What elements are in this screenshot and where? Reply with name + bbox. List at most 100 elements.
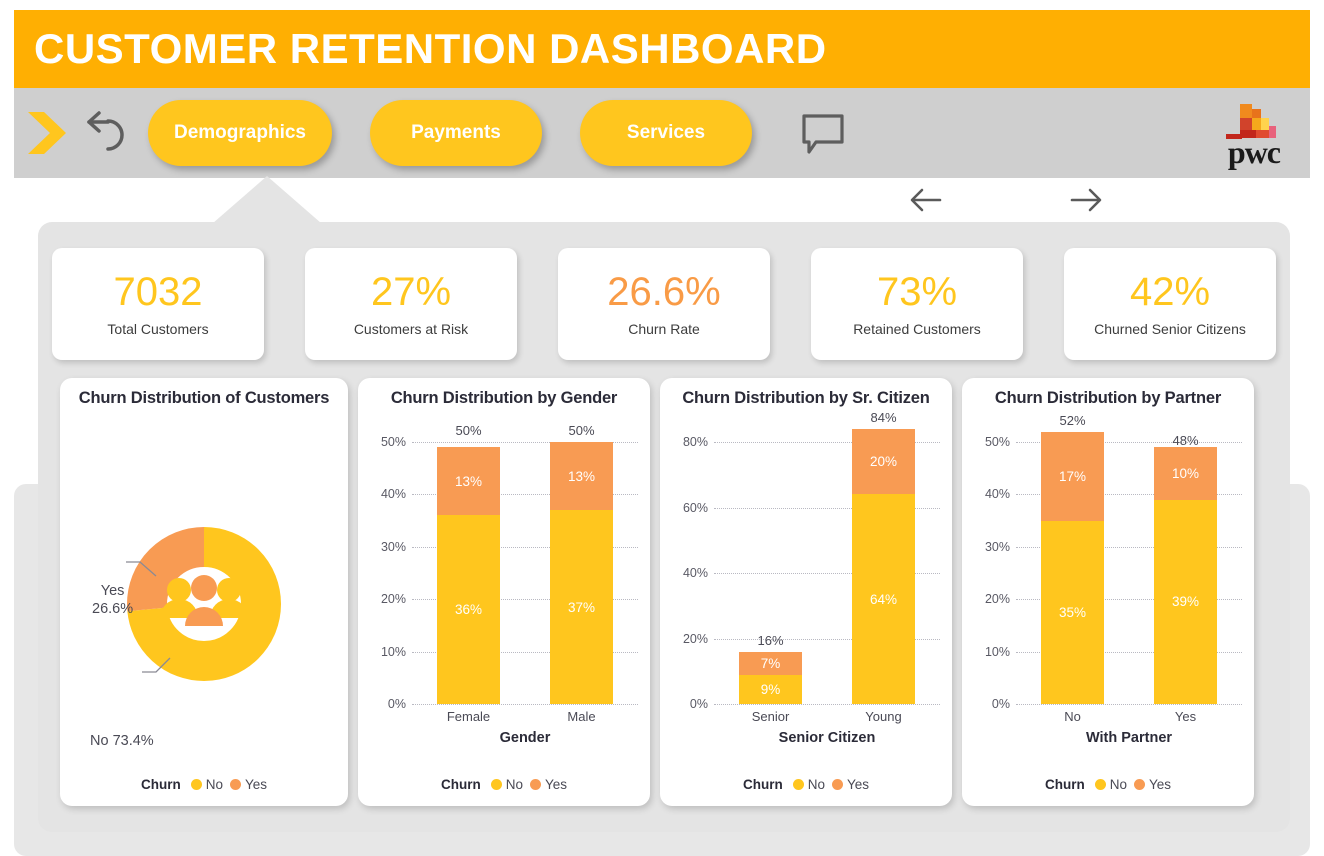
tab-group: Demographics Payments Services: [148, 100, 752, 166]
x-axis-category-label: Male: [567, 709, 596, 724]
kpi-label: Customers at Risk: [353, 321, 469, 338]
stacked-bar[interactable]: 20% 64%: [852, 428, 915, 704]
x-axis-category-label: Female: [446, 709, 491, 724]
bar-segment-yes[interactable]: 10%: [1154, 447, 1217, 500]
pwc-logo-text: pwc: [1227, 134, 1281, 170]
bar-segment-yes[interactable]: 13%: [550, 442, 613, 511]
chart-card-churn-by-partner[interactable]: Churn Distribution by Partner 0% 10% 20% 30…: [962, 378, 1254, 806]
y-axis-tick-label: 50%: [984, 435, 1010, 449]
kpi-card-retained-customers[interactable]: 73% Retained Customers: [811, 248, 1023, 360]
bar-total-label: 84%: [870, 409, 897, 425]
tab-payments[interactable]: Payments: [369, 100, 542, 166]
chart-legend: Churn No Yes: [660, 777, 952, 792]
legend-title: Churn: [440, 777, 481, 792]
bar-segment-yes[interactable]: 13%: [437, 447, 500, 516]
arrow-left-icon[interactable]: [906, 182, 946, 218]
page-title: CUSTOMER RETENTION DASHBOARD: [34, 25, 827, 72]
undo-arrow-icon[interactable]: [78, 109, 124, 157]
y-axis-tick-label: 20%: [682, 631, 708, 646]
legend-item-yes[interactable]: Yes: [831, 777, 870, 792]
chart-card-churn-by-gender[interactable]: Churn Distribution by Gender 0% 10% 20% 30%…: [358, 378, 650, 806]
bar-segment-no[interactable]: 36%: [437, 515, 500, 704]
chevron-right-icon[interactable]: [22, 108, 68, 158]
bar-plot: 0% 10% 20% 30% 40% 50% 13% 36% 50% Female 13% 37% 50…: [358, 423, 650, 756]
bar-segment-no[interactable]: 9%: [739, 674, 802, 704]
x-axis-category-label: Young: [865, 709, 902, 724]
legend-item-no[interactable]: No: [190, 777, 223, 792]
bar-segment-no[interactable]: 64%: [852, 494, 915, 704]
legend-dot-yes: [1133, 779, 1145, 790]
stacked-bar[interactable]: 17% 35%: [1041, 431, 1104, 704]
arrow-right-icon[interactable]: [1066, 182, 1106, 218]
bar-segment-yes[interactable]: 7%: [739, 651, 802, 675]
bar-segment-no[interactable]: 39%: [1154, 499, 1217, 704]
legend-item-yes[interactable]: Yes: [229, 777, 267, 792]
kpi-card-customers-at-risk[interactable]: 27% Customers at Risk: [305, 248, 517, 360]
bar-group[interactable]: 7% 9% 16% Senior: [739, 442, 802, 724]
bar-segment-label: 7%: [760, 655, 781, 671]
chart-card-churn-distribution[interactable]: Churn Distribution of Customers Yes 26.6…: [60, 378, 348, 806]
kpi-card-total-customers[interactable]: 7032 Total Customers: [52, 248, 264, 360]
legend-label-no: No: [1109, 777, 1127, 792]
navigation-bar: Demographics Payments Services pwc: [14, 88, 1310, 178]
tab-services-label: Services: [626, 122, 706, 143]
bar-segment-label: 13%: [567, 468, 595, 484]
kpi-value: 73%: [876, 269, 958, 314]
bar-segment-label: 64%: [869, 591, 897, 607]
y-axis-tick-label: 50%: [380, 435, 406, 449]
legend-label-no: No: [205, 777, 223, 792]
y-axis-tick-label: 40%: [984, 487, 1010, 502]
bar-group[interactable]: 13% 36% 50% Female: [437, 423, 500, 724]
chart-card-churn-by-senior-citizen[interactable]: Churn Distribution by Sr. Citizen 0% 20% 4…: [660, 378, 952, 806]
legend-item-yes[interactable]: Yes: [1133, 777, 1172, 792]
bar-total-label: 48%: [1172, 433, 1199, 449]
y-axis-tick-label: 40%: [380, 487, 406, 502]
x-axis-title: Senior Citizen: [778, 730, 876, 746]
kpi-card-churned-senior-citizens[interactable]: 42% Churned Senior Citizens: [1064, 248, 1276, 360]
bar-group[interactable]: 13% 37% 50% Male: [550, 423, 613, 724]
comment-bubble-icon[interactable]: [800, 112, 846, 154]
legend-item-yes[interactable]: Yes: [529, 777, 568, 792]
bar-group[interactable]: 20% 64% 84% Young: [852, 410, 915, 724]
bar-segment-yes[interactable]: 17%: [1041, 431, 1104, 521]
bar-plot: 0% 20% 40% 60% 80% 7% 9% 16% Senior 20% 64% 84% Youn…: [660, 410, 952, 756]
y-axis-tick-label: 60%: [682, 500, 708, 515]
bar-segment-no[interactable]: 35%: [1041, 520, 1104, 704]
tab-demographics[interactable]: Demographics: [148, 100, 332, 166]
y-axis-tick-label: 80%: [682, 435, 708, 449]
y-axis-tick-label: 10%: [380, 644, 406, 659]
bar-segment-no[interactable]: 37%: [550, 510, 613, 704]
stacked-bar[interactable]: 10% 39%: [1154, 447, 1217, 704]
x-axis-category-label: No: [1064, 709, 1081, 724]
legend-item-no[interactable]: No: [490, 777, 523, 792]
bar-segment-label: 17%: [1058, 468, 1086, 484]
bar-segment-label: 39%: [1171, 594, 1199, 610]
legend-item-no[interactable]: No: [1094, 777, 1127, 792]
legend-item-no[interactable]: No: [792, 777, 825, 792]
legend-label-no: No: [505, 777, 523, 792]
page-navigation: [900, 182, 1120, 222]
stacked-bar[interactable]: 13% 36%: [437, 447, 500, 704]
stacked-bar[interactable]: 7% 9%: [739, 651, 802, 704]
plot-axes: 0% 10% 20% 30% 40% 50% 17% 35% 52% No 10% 39% 48% Yes…: [985, 413, 1242, 746]
bar-total-label: 52%: [1059, 412, 1086, 428]
x-axis-title: Gender: [499, 730, 551, 746]
bar-plot: 0% 10% 20% 30% 40% 50% 17% 35% 52% No 10% 39% 48% Yes…: [962, 413, 1254, 756]
bar-total-label: 50%: [455, 423, 482, 438]
kpi-card-churn-rate[interactable]: 26.6% Churn Rate: [558, 248, 770, 360]
legend-label-yes: Yes: [1148, 777, 1172, 792]
legend-dot-yes: [529, 779, 541, 790]
bar-group[interactable]: 10% 39% 48% Yes: [1154, 433, 1217, 724]
stacked-bar[interactable]: 13% 37%: [550, 442, 613, 704]
legend-label-yes: Yes: [544, 777, 568, 792]
tab-services[interactable]: Services: [579, 100, 752, 166]
gridline: [412, 704, 638, 705]
y-axis-tick-label: 20%: [984, 592, 1010, 607]
bar-segment-label: 13%: [454, 473, 482, 489]
legend-label-yes: Yes: [846, 777, 870, 792]
donut-label-no: No 73.4%: [90, 733, 154, 749]
bar-segment-yes[interactable]: 20%: [852, 428, 915, 495]
bar-group[interactable]: 17% 35% 52% No: [1041, 413, 1104, 724]
tab-demographics-label: Demographics: [174, 122, 306, 143]
y-axis-tick-label: 30%: [380, 539, 406, 554]
